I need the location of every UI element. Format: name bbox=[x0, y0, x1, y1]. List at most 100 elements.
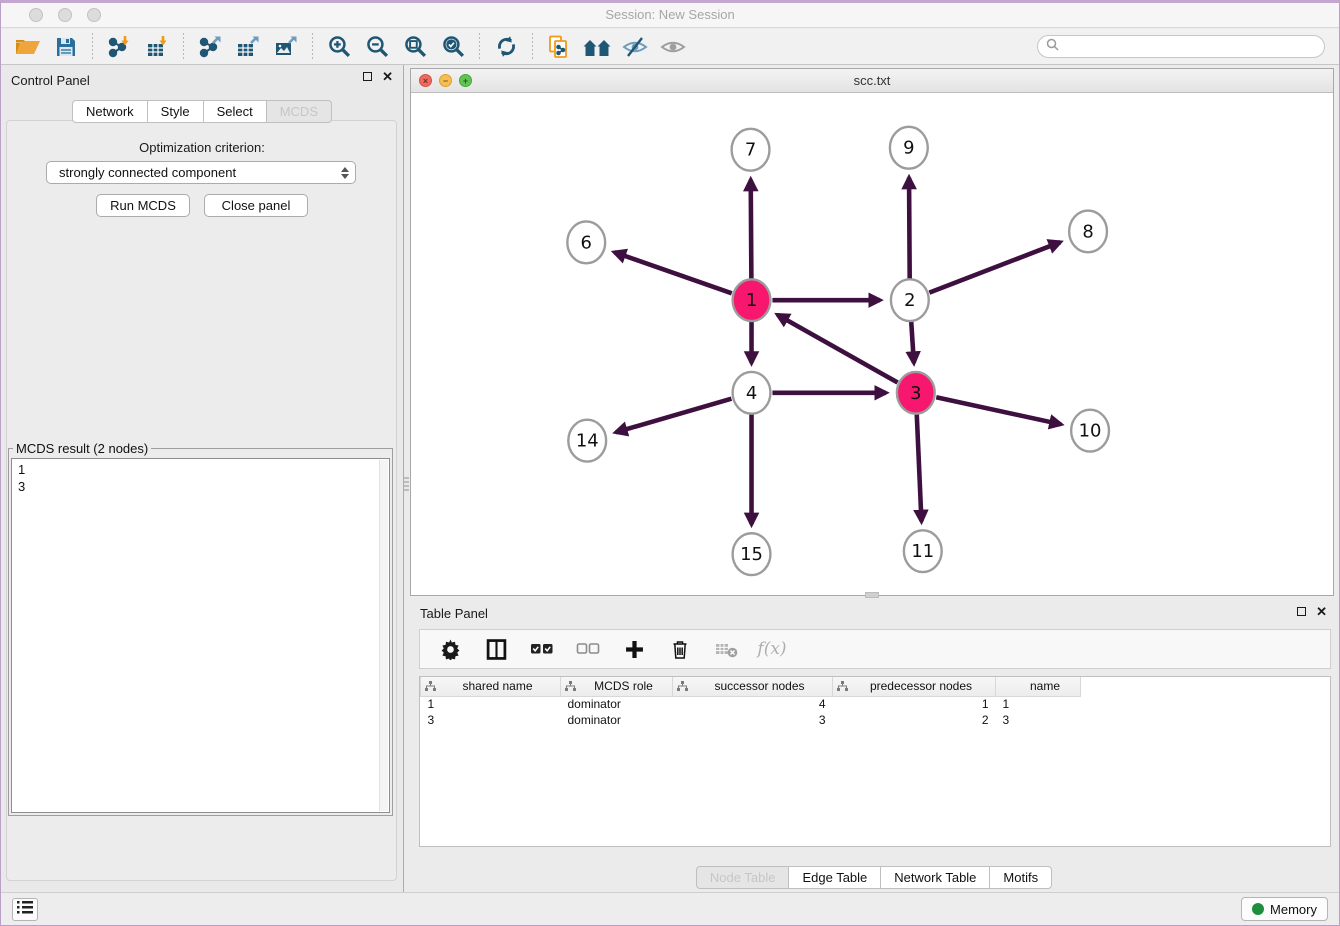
graph-node-1[interactable]: 1 bbox=[733, 279, 771, 321]
column-header-name[interactable]: name bbox=[996, 677, 1081, 696]
select-all-icon[interactable] bbox=[527, 634, 557, 664]
zoom-fit-icon[interactable] bbox=[399, 32, 431, 62]
mcds-result-lines: 13 bbox=[12, 459, 389, 497]
graph-edge-1-6[interactable] bbox=[614, 252, 731, 293]
import-table-icon[interactable] bbox=[141, 32, 173, 62]
gear-icon[interactable] bbox=[435, 634, 465, 664]
table-cell[interactable]: 3 bbox=[421, 712, 561, 728]
task-history-button[interactable] bbox=[12, 898, 38, 921]
apply-layout-icon[interactable] bbox=[490, 32, 522, 62]
graph-node-label: 1 bbox=[746, 290, 757, 311]
graph-node-11[interactable]: 11 bbox=[904, 530, 942, 572]
graph-node-8[interactable]: 8 bbox=[1069, 211, 1107, 253]
network-window-titlebar[interactable]: × − + scc.txt bbox=[411, 69, 1333, 93]
graph-edge-3-10[interactable] bbox=[936, 397, 1061, 424]
table-cell[interactable]: 1 bbox=[421, 696, 561, 712]
tab-style[interactable]: Style bbox=[147, 100, 204, 123]
tree-icon bbox=[677, 681, 688, 695]
save-session-icon[interactable] bbox=[50, 32, 82, 62]
tree-icon bbox=[837, 681, 848, 695]
network-canvas[interactable]: 7 9 6 8 1 2 4 3 14 10 15 11 bbox=[411, 93, 1333, 595]
node-table: shared nameMCDS rolesuccessor nodesprede… bbox=[420, 677, 1103, 728]
graph-node-3[interactable]: 3 bbox=[897, 372, 935, 414]
graph-edge-2-3[interactable] bbox=[911, 321, 914, 363]
right-column: × − + scc.txt 7968124314101511 Table Pan… bbox=[409, 65, 1339, 896]
table-panel-title: Table Panel bbox=[420, 606, 488, 621]
graph-node-label: 10 bbox=[1079, 421, 1102, 442]
tab-motifs[interactable]: Motifs bbox=[989, 866, 1052, 889]
graph-edge-1-7[interactable] bbox=[751, 180, 752, 280]
home-icon[interactable] bbox=[581, 32, 613, 62]
graph-node-4[interactable]: 4 bbox=[733, 372, 771, 414]
table-cell[interactable]: 1 bbox=[833, 696, 996, 712]
graph-edge-2-9[interactable] bbox=[909, 178, 910, 280]
window-title: Session: New Session bbox=[1, 7, 1339, 22]
zoom-out-icon[interactable] bbox=[361, 32, 393, 62]
search-input[interactable] bbox=[1064, 40, 1316, 54]
clone-network-icon[interactable] bbox=[543, 32, 575, 62]
tab-node-table[interactable]: Node Table bbox=[696, 866, 790, 889]
tab-mcds[interactable]: MCDS bbox=[266, 100, 332, 123]
graph-node-label: 8 bbox=[1082, 221, 1093, 242]
table-cell[interactable]: 3 bbox=[996, 712, 1081, 728]
tab-network-table[interactable]: Network Table bbox=[880, 866, 990, 889]
column-header-predecessor-nodes[interactable]: predecessor nodes bbox=[833, 677, 996, 696]
graph-node-15[interactable]: 15 bbox=[733, 533, 771, 575]
graph-node-7[interactable]: 7 bbox=[732, 129, 770, 171]
close-panel-icon[interactable]: ✕ bbox=[382, 71, 393, 82]
deselect-all-icon[interactable] bbox=[573, 634, 603, 664]
delete-row-icon[interactable] bbox=[665, 634, 695, 664]
toolbar-separator bbox=[183, 33, 184, 61]
zoom-selected-icon[interactable] bbox=[437, 32, 469, 62]
search-box[interactable] bbox=[1037, 35, 1325, 58]
tab-select[interactable]: Select bbox=[203, 100, 267, 123]
graph-node-9[interactable]: 9 bbox=[890, 127, 928, 169]
row-filler bbox=[1081, 696, 1104, 712]
graph-edge-3-1[interactable] bbox=[778, 315, 898, 383]
column-header-successor-nodes[interactable]: successor nodes bbox=[673, 677, 833, 696]
export-network-icon[interactable] bbox=[194, 32, 226, 62]
graph-node-label: 15 bbox=[740, 544, 763, 565]
network-graph[interactable]: 7 9 6 8 1 2 4 3 14 10 15 11 bbox=[411, 93, 1333, 595]
graph-node-6[interactable]: 6 bbox=[567, 221, 605, 263]
graph-node-14[interactable]: 14 bbox=[568, 420, 606, 462]
open-session-icon[interactable] bbox=[12, 32, 44, 62]
table-cell[interactable]: dominator bbox=[561, 696, 673, 712]
table-cell[interactable]: dominator bbox=[561, 712, 673, 728]
network-window-title: scc.txt bbox=[411, 73, 1333, 88]
table-cell[interactable]: 2 bbox=[833, 712, 996, 728]
close-table-panel-icon[interactable]: ✕ bbox=[1316, 606, 1327, 617]
graph-edge-4-14[interactable] bbox=[616, 399, 732, 433]
table-cell[interactable]: 4 bbox=[673, 696, 833, 712]
tab-edge-table[interactable]: Edge Table bbox=[788, 866, 881, 889]
optimization-criterion-label: Optimization criterion: bbox=[1, 140, 403, 155]
zoom-in-icon[interactable] bbox=[323, 32, 355, 62]
graph-node-2[interactable]: 2 bbox=[891, 279, 929, 321]
tab-network[interactable]: Network bbox=[72, 100, 148, 123]
criterion-select[interactable]: strongly connected component bbox=[46, 161, 356, 184]
column-header-label: name bbox=[1030, 679, 1060, 693]
column-header-mcds-role[interactable]: MCDS role bbox=[561, 677, 673, 696]
memory-button[interactable]: Memory bbox=[1241, 897, 1328, 921]
float-panel-icon[interactable] bbox=[363, 72, 372, 81]
table-cell[interactable]: 3 bbox=[673, 712, 833, 728]
column-selector-icon[interactable] bbox=[481, 634, 511, 664]
graph-edge-2-8[interactable] bbox=[929, 242, 1060, 292]
export-table-icon[interactable] bbox=[232, 32, 264, 62]
table-row[interactable]: 1dominator411 bbox=[421, 696, 1104, 712]
table-cell[interactable]: 1 bbox=[996, 696, 1081, 712]
float-table-panel-icon[interactable] bbox=[1297, 607, 1306, 616]
mcds-result-box[interactable]: 13 bbox=[11, 458, 390, 813]
hide-selected-icon[interactable] bbox=[619, 32, 651, 62]
graph-node-10[interactable]: 10 bbox=[1071, 410, 1109, 452]
result-scrollbar[interactable] bbox=[379, 460, 388, 811]
add-row-icon[interactable] bbox=[619, 634, 649, 664]
graph-edge-3-11[interactable] bbox=[917, 414, 922, 522]
table-row[interactable]: 3dominator323 bbox=[421, 712, 1104, 728]
run-mcds-button[interactable]: Run MCDS bbox=[96, 194, 190, 217]
column-header-shared-name[interactable]: shared name bbox=[421, 677, 561, 696]
control-panel-title: Control Panel bbox=[11, 71, 393, 89]
close-panel-button[interactable]: Close panel bbox=[204, 194, 308, 217]
export-image-icon[interactable] bbox=[270, 32, 302, 62]
import-network-icon[interactable] bbox=[103, 32, 135, 62]
